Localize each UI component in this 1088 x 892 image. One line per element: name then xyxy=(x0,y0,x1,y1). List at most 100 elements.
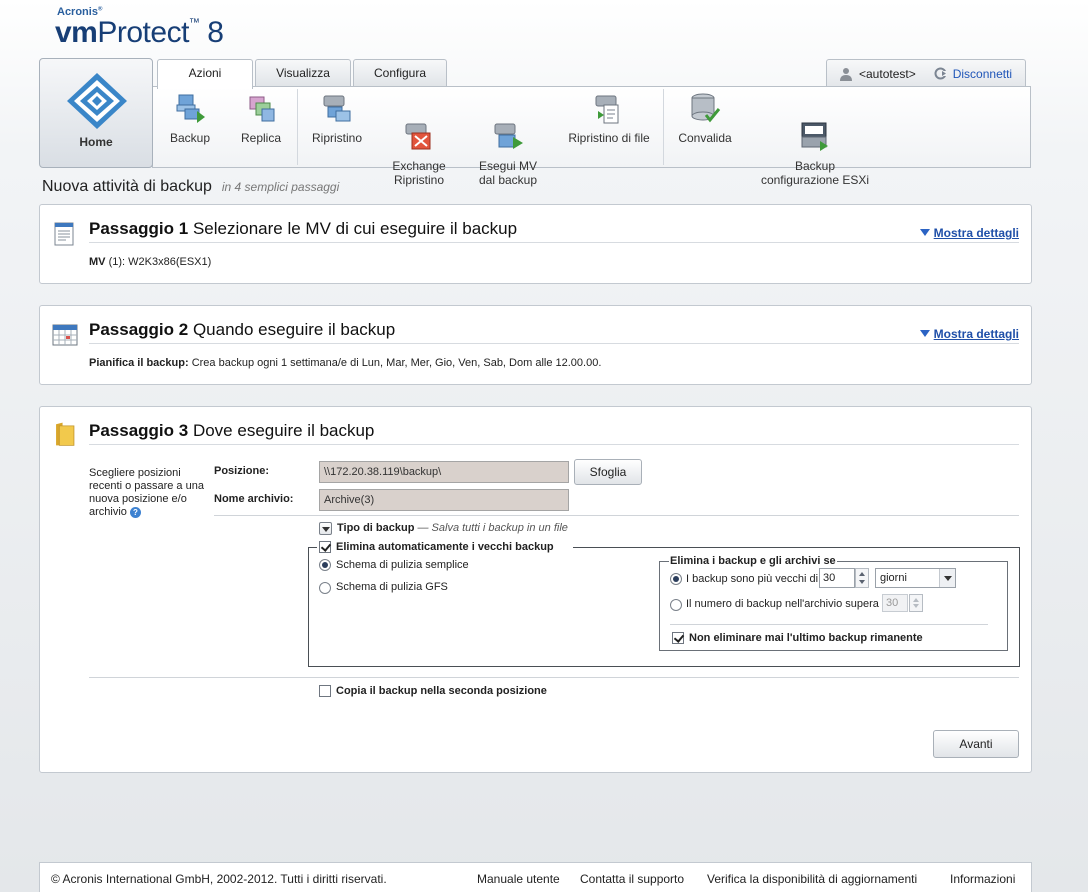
ribbon-run-vm[interactable]: Esegui MV dal backup xyxy=(471,91,545,201)
browse-button[interactable]: Sfoglia xyxy=(574,459,642,485)
logout-icon[interactable] xyxy=(934,67,947,80)
ribbon-separator xyxy=(297,89,298,165)
step3-panel: Passaggio 3 Dove eseguire il backup Sceg… xyxy=(39,406,1032,773)
ribbon-esxi-backup-label: Backup configurazione ESXi xyxy=(760,159,870,187)
step1-show-details[interactable]: Mostra dettagli xyxy=(919,226,1019,240)
delete-conditions-divider xyxy=(670,624,988,625)
footer-link-info[interactable]: Informazioni xyxy=(950,872,1015,886)
scheme-gfs-label: Schema di pulizia GFS xyxy=(336,581,448,593)
scheme-simple-radio[interactable] xyxy=(319,559,331,571)
scheme-simple-label: Schema di pulizia semplice xyxy=(336,559,469,571)
step2-show-details[interactable]: Mostra dettagli xyxy=(919,327,1019,341)
ribbon-exchange[interactable]: Exchange Ripristino xyxy=(385,91,453,201)
calendar-icon xyxy=(52,324,78,346)
tab-configura[interactable]: Configura xyxy=(353,59,447,88)
step1-panel: Passaggio 1 Selezionare le MV di cui ese… xyxy=(39,204,1032,284)
product-name: vmProtect™ 8 xyxy=(55,16,224,49)
replica-icon xyxy=(244,91,278,125)
page-title: Nuova attività di backup in 4 semplici pa… xyxy=(42,178,340,195)
step1-summary: MV (1): W2K3x86(ESX1) xyxy=(89,256,212,268)
backup-type-description: — Salva tutti i backup in un file xyxy=(417,522,568,534)
step2-divider xyxy=(89,343,1019,344)
older-than-label: I backup sono più vecchi di xyxy=(686,573,819,585)
page-subtitle: in 4 semplici passaggi xyxy=(221,180,340,194)
help-icon[interactable]: ? xyxy=(129,507,141,518)
section-divider xyxy=(214,515,1019,516)
step2-summary: Pianifica il backup: Crea backup ogni 1 … xyxy=(89,357,602,369)
ribbon-replica[interactable]: Replica xyxy=(233,91,289,145)
location-label: Posizione: xyxy=(214,465,270,477)
footer-link-support[interactable]: Contatta il supporto xyxy=(580,872,684,886)
user-icon xyxy=(840,67,852,81)
location-help-text: Scegliere posizioni recenti o passare a … xyxy=(89,467,204,518)
user-box: <autotest> Disconnetti xyxy=(826,59,1026,87)
copy-second-location-checkbox[interactable] xyxy=(319,685,331,697)
ribbon-replica-label: Replica xyxy=(240,131,282,145)
ribbon-ripristino-label: Ripristino xyxy=(311,131,362,145)
unit-select-value: giorni xyxy=(880,572,907,584)
ribbon-backup-label: Backup xyxy=(169,131,211,145)
count-exceeds-input[interactable]: 30 xyxy=(882,594,908,612)
count-exceeds-label: Il numero di backup nell'archivio supera xyxy=(686,598,879,610)
chevron-down-icon xyxy=(322,527,330,532)
step2-panel: Passaggio 2 Quando eseguire il backup Mo… xyxy=(39,305,1032,385)
never-delete-last-checkbox[interactable] xyxy=(672,632,684,644)
ribbon-convalida-label: Convalida xyxy=(678,131,732,145)
restore-icon xyxy=(320,91,354,125)
delete-conditions-legend: Elimina i backup e gli archivi se xyxy=(669,555,837,567)
footer-link-updates[interactable]: Verifica la disponibilità di aggiornamen… xyxy=(707,872,917,886)
esxi-config-icon xyxy=(798,105,832,151)
scheme-gfs-radio[interactable] xyxy=(319,582,331,594)
copy-second-location-label: Copia il backup nella seconda posizione xyxy=(336,685,547,697)
home-label: Home xyxy=(79,135,113,149)
tab-visualizza[interactable]: Visualizza xyxy=(255,59,351,88)
run-vm-icon xyxy=(491,105,525,149)
step3-divider xyxy=(89,444,1019,445)
document-icon xyxy=(54,222,74,246)
backup-icon xyxy=(173,91,207,125)
ribbon-file-restore[interactable]: Ripristino di file xyxy=(561,91,657,145)
logout-link[interactable]: Disconnetti xyxy=(953,67,1012,81)
footer: © Acronis International GmbH, 2002-2012.… xyxy=(39,862,1032,892)
count-exceeds-radio[interactable] xyxy=(670,599,682,611)
auto-delete-checkbox-box[interactable] xyxy=(319,541,331,553)
ribbon-backup[interactable]: Backup xyxy=(165,91,215,145)
triangle-down-icon xyxy=(919,330,930,337)
ribbon-convalida[interactable]: Convalida xyxy=(675,91,735,145)
ribbon-exchange-label: Exchange Ripristino xyxy=(392,159,446,187)
location-input[interactable]: \\172.20.38.119\backup\ xyxy=(319,461,569,483)
copyright-text: © Acronis International GmbH, 2002-2012.… xyxy=(51,872,387,886)
ribbon-esxi-backup[interactable]: Backup configurazione ESXi xyxy=(753,91,877,201)
ribbon-ripristino[interactable]: Ripristino xyxy=(305,91,369,145)
home-logo-icon xyxy=(67,73,127,129)
count-exceeds-spinner[interactable] xyxy=(909,594,923,612)
auto-delete-text: Elimina automaticamente i vecchi backup xyxy=(336,541,554,553)
next-button[interactable]: Avanti xyxy=(933,730,1019,758)
ribbon-run-vm-label: Esegui MV dal backup xyxy=(478,159,538,187)
footer-link-manual[interactable]: Manuale utente xyxy=(477,872,560,886)
older-than-input[interactable]: 30 xyxy=(819,568,855,588)
step3-heading: Passaggio 3 Dove eseguire il backup xyxy=(89,421,375,440)
older-than-spinner[interactable] xyxy=(855,568,869,588)
backup-type-row: Tipo di backup — Salva tutti i backup in… xyxy=(337,522,568,534)
chevron-down-icon xyxy=(939,569,955,587)
home-button[interactable]: Home xyxy=(39,58,153,168)
step1-heading: Passaggio 1 Selezionare le MV di cui ese… xyxy=(89,219,518,238)
archive-name-label: Nome archivio: xyxy=(214,493,294,505)
file-restore-icon xyxy=(592,91,626,125)
archive-name-input[interactable]: Archive(3) xyxy=(319,489,569,511)
backup-type-toggle[interactable] xyxy=(319,522,332,535)
folder-icon xyxy=(56,422,75,446)
validate-icon xyxy=(688,91,722,125)
step2-heading: Passaggio 2 Quando eseguire il backup xyxy=(89,320,396,339)
ribbon-separator xyxy=(663,89,664,165)
user-name: <autotest> xyxy=(859,66,916,81)
older-than-radio[interactable] xyxy=(670,573,682,585)
exchange-restore-icon xyxy=(402,105,436,150)
triangle-down-icon xyxy=(919,229,930,236)
step1-divider xyxy=(89,242,1019,243)
ribbon-toolbar: Backup Replica Ripristino Exchange Ripri… xyxy=(152,86,1031,187)
never-delete-last-label: Non eliminare mai l'ultimo backup rimane… xyxy=(689,632,923,644)
unit-select[interactable]: giorni xyxy=(875,568,956,588)
tab-azioni[interactable]: Azioni xyxy=(157,59,253,89)
